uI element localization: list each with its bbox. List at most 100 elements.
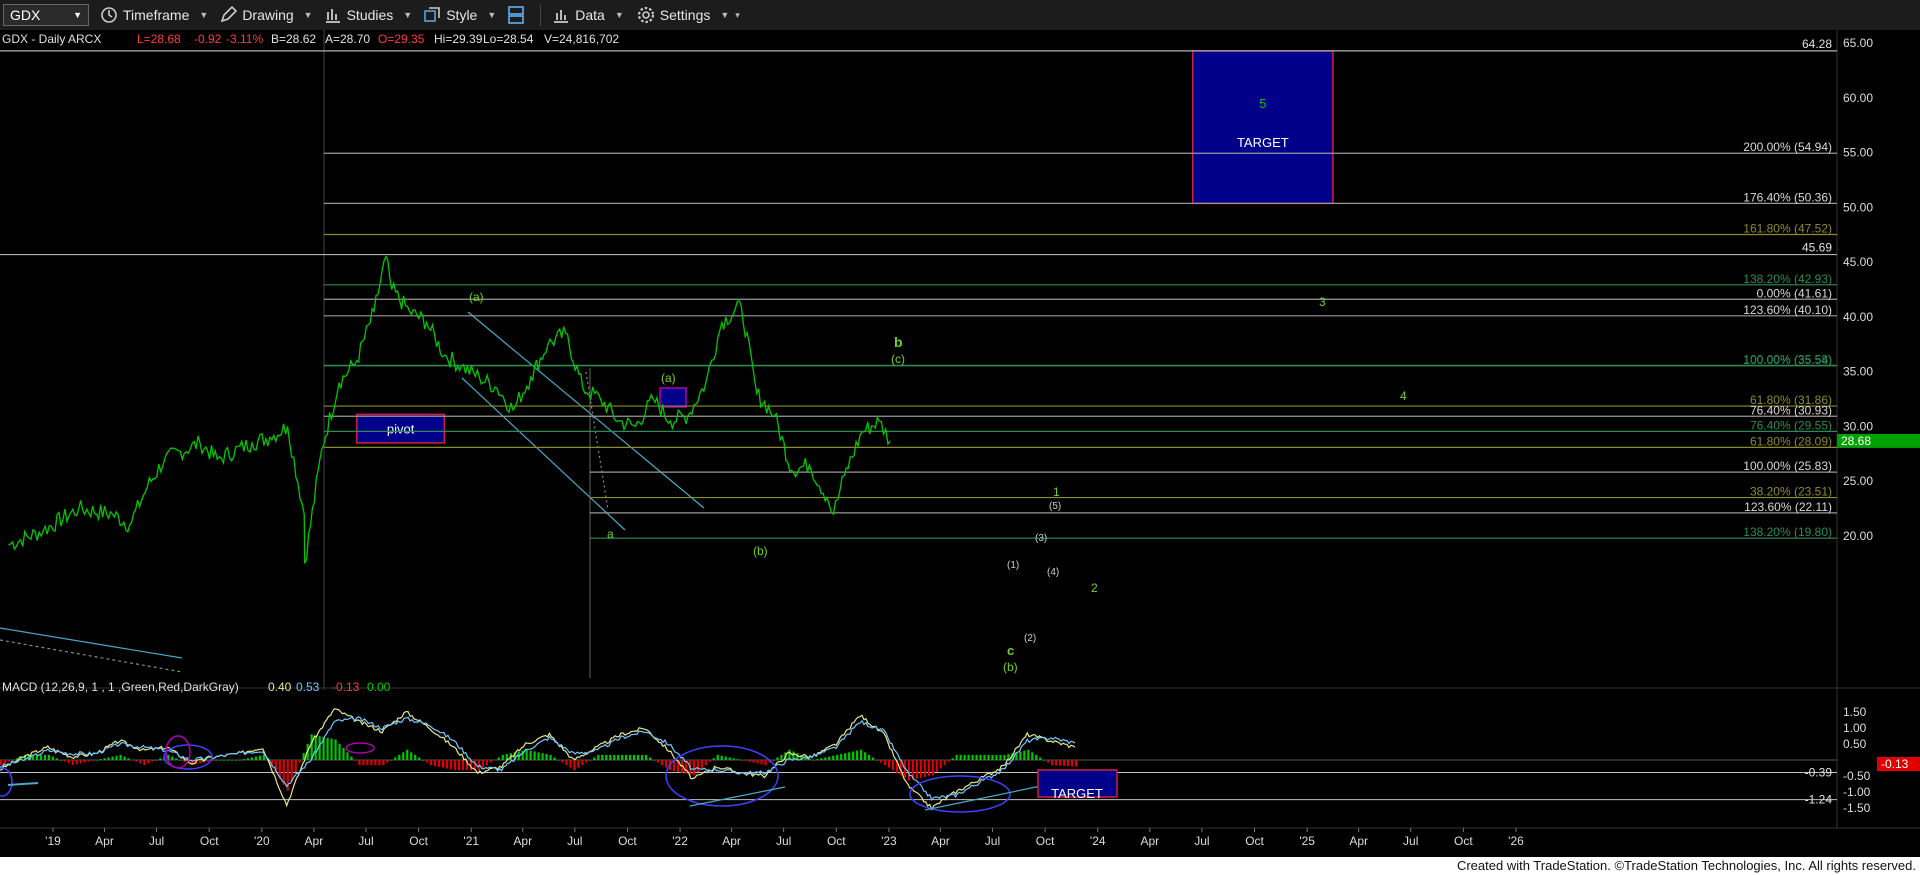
macd-bar	[987, 754, 990, 760]
price-tick-label: 65.00	[1843, 36, 1873, 50]
macd-bar	[414, 754, 417, 760]
macd-bar	[879, 760, 883, 763]
macd-bar	[1075, 760, 1078, 767]
macd-bar	[123, 756, 126, 760]
macd-bar	[549, 754, 552, 760]
macd-bar	[927, 760, 930, 777]
macd-bar	[334, 739, 337, 760]
chevron-down-icon: ▼	[487, 10, 497, 20]
time-tick-label: Apr	[305, 834, 324, 848]
wave-label: 2	[1091, 581, 1098, 595]
macd-bar	[103, 758, 106, 760]
settings-button[interactable]: Settings ▼ ▾	[636, 0, 740, 30]
macd-bar	[828, 756, 831, 760]
header-change: -0.92	[194, 32, 222, 46]
price-tick-label: 50.00	[1843, 200, 1873, 214]
macd-bar	[215, 760, 218, 761]
macd-bar	[1047, 760, 1050, 763]
style-icon	[424, 7, 441, 22]
timeframe-button[interactable]: Timeframe ▼	[99, 0, 208, 30]
wave-label: (a)	[469, 290, 484, 304]
macd-bar	[860, 749, 863, 760]
macd-bar	[346, 752, 349, 760]
layout-button[interactable]	[506, 0, 530, 30]
macd-bar	[824, 757, 827, 760]
macd-bar	[350, 756, 353, 760]
studies-button[interactable]: Studies ▼	[323, 0, 412, 30]
macd-bar	[441, 760, 445, 768]
macd-bar	[497, 757, 500, 760]
macd-bar	[87, 760, 90, 762]
macd-bar	[437, 760, 441, 767]
macd-bar	[1003, 754, 1006, 760]
fib-label: 61.80% (28.09)	[1750, 434, 1832, 448]
pencil-icon	[221, 5, 238, 23]
drawing-button[interactable]: Drawing ▼	[218, 0, 313, 30]
macd-bar	[863, 752, 867, 760]
price-chart[interactable]: GDX - Daily ARCX L=28.68 -0.92 -3.11% B=…	[0, 30, 1920, 857]
macd-target-box: TARGET	[1037, 769, 1118, 801]
macd-bar	[0, 760, 3, 766]
macd-bar	[641, 754, 644, 760]
macd-bar	[919, 760, 922, 778]
price-tick-label: 45.00	[1843, 255, 1873, 269]
wave-label: b	[894, 334, 903, 350]
header-bid: B=28.62	[271, 32, 316, 46]
time-tick-label: Apr	[1140, 834, 1159, 848]
fib-label: 138.20% (19.80)	[1743, 525, 1832, 539]
price-line-label: 45.69	[1802, 241, 1832, 255]
macd-bar	[151, 760, 154, 762]
macd-bar	[374, 760, 377, 766]
macd-bar	[55, 758, 58, 760]
macd-bar	[342, 748, 345, 760]
macd-bar	[370, 760, 373, 766]
macd-bar	[330, 738, 333, 760]
style-label: Style	[446, 7, 478, 23]
macd-bar	[585, 760, 588, 763]
price-tick-label: 30.00	[1843, 419, 1873, 433]
macd-bar	[959, 754, 962, 760]
macd-bar	[875, 760, 879, 761]
header-ask: A=28.70	[325, 32, 370, 46]
timeframe-label: Timeframe	[123, 7, 190, 23]
macd-bar	[700, 760, 703, 769]
macd-bar	[748, 760, 751, 762]
macd-bar	[426, 760, 429, 763]
macd-bar	[664, 760, 668, 768]
macd-bar	[171, 756, 174, 760]
macd-bar	[553, 757, 556, 760]
macd-bar	[250, 757, 254, 760]
macd-bar	[931, 760, 934, 776]
fib-label: 123.60% (40.10)	[1743, 303, 1832, 317]
price-tick-label: 55.00	[1843, 146, 1873, 160]
toolbar-divider	[540, 4, 542, 26]
macd-bar	[1035, 754, 1038, 760]
data-button[interactable]: Data ▼	[551, 0, 624, 30]
wave-label: (3)	[1035, 533, 1047, 544]
pivot-box: pivot	[356, 413, 446, 444]
macd-bar	[561, 760, 564, 763]
time-tick-label: Jul	[149, 834, 164, 848]
macd-bar	[147, 760, 150, 764]
macd-bar	[692, 760, 695, 776]
header-volume: V=24,816,702	[544, 32, 619, 46]
macd-bar	[971, 754, 974, 760]
price-tick-label: 35.00	[1843, 365, 1873, 379]
time-tick-label: Jul	[1194, 834, 1209, 848]
macd-bar	[891, 760, 895, 771]
time-tick-label: Oct	[1454, 834, 1473, 848]
macd-bar	[724, 756, 727, 760]
macd-bar	[656, 760, 660, 763]
macd-bar	[461, 760, 465, 771]
style-button[interactable]: Style ▼	[422, 0, 496, 30]
macd-bar	[131, 760, 134, 761]
macd-bar	[11, 760, 15, 761]
macd-bar	[545, 754, 548, 760]
macd-bar	[716, 754, 719, 760]
price-tick-label: 40.00	[1843, 310, 1873, 324]
symbol-input[interactable]: GDX ▼	[3, 4, 89, 26]
macd-bar	[820, 758, 823, 760]
time-tick-label: Oct	[827, 834, 846, 848]
macd-bar	[394, 757, 397, 760]
time-tick-label: Jul	[1403, 834, 1418, 848]
